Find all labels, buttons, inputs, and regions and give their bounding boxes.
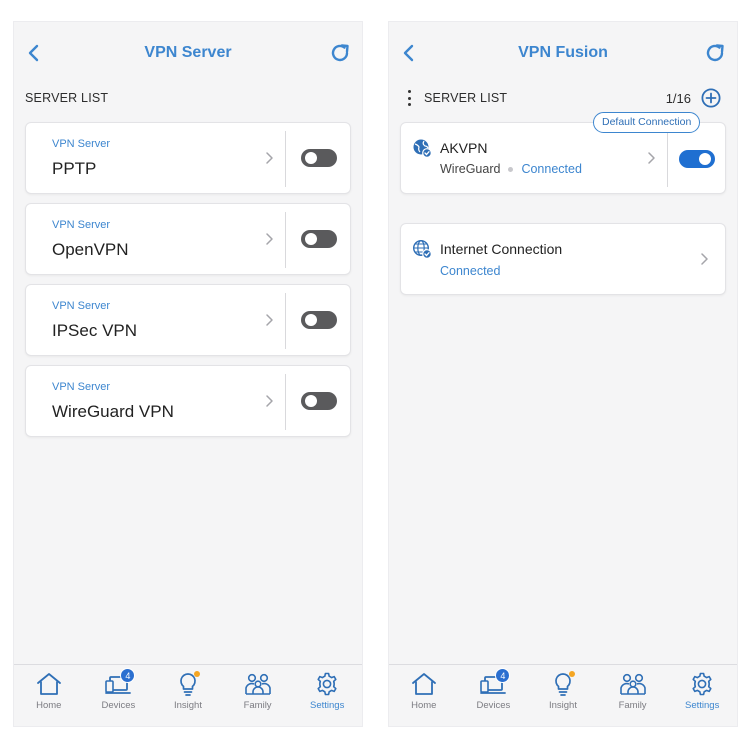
tab-insight[interactable]: Insight bbox=[528, 665, 597, 726]
tab-family[interactable]: Family bbox=[598, 665, 667, 726]
tab-label: Insight bbox=[548, 700, 577, 711]
server-toggle[interactable] bbox=[301, 392, 337, 410]
tab-bar: Home 4 Devices Insight Family Settings bbox=[389, 664, 737, 726]
toggle-knob bbox=[305, 314, 317, 326]
refresh-button[interactable] bbox=[326, 39, 354, 67]
connection-status: Connected bbox=[440, 264, 501, 278]
add-server-button[interactable] bbox=[700, 87, 722, 109]
connection-meta: WireGuard Connected bbox=[440, 162, 582, 176]
tab-label: Home bbox=[36, 700, 62, 711]
server-type: VPN Server bbox=[52, 138, 111, 150]
server-count: 1/16 bbox=[665, 91, 691, 106]
refresh-icon bbox=[331, 44, 349, 62]
server-card-link[interactable]: VPN Server PPTP bbox=[26, 123, 286, 193]
family-icon bbox=[619, 673, 646, 695]
divider bbox=[285, 212, 286, 268]
vpn-connection-link[interactable]: AKVPN WireGuard Connected bbox=[401, 123, 666, 193]
chevron-right-icon bbox=[648, 152, 655, 164]
server-name: WireGuard VPN bbox=[52, 402, 174, 421]
server-name: IPSec VPN bbox=[52, 321, 138, 340]
server-type: VPN Server bbox=[52, 219, 111, 231]
notification-dot bbox=[193, 671, 200, 677]
chevron-right-icon bbox=[266, 233, 273, 245]
chevron-right-icon bbox=[266, 314, 273, 326]
connection-name: Internet Connection bbox=[440, 241, 563, 257]
server-card-wireguard: VPN Server WireGuard VPN bbox=[25, 365, 351, 437]
chevron-right-icon bbox=[701, 253, 708, 265]
divider bbox=[667, 131, 668, 187]
server-type: VPN Server bbox=[52, 300, 111, 312]
server-name: PPTP bbox=[52, 159, 97, 178]
tab-home[interactable]: Home bbox=[389, 665, 458, 726]
server-card-pptp: VPN Server PPTP bbox=[25, 122, 351, 194]
page-title: VPN Server bbox=[144, 44, 232, 61]
tab-label: Devices bbox=[101, 700, 136, 711]
divider bbox=[285, 374, 286, 430]
server-card-ipsec: VPN Server IPSec VPN bbox=[25, 284, 351, 356]
server-card-link[interactable]: VPN Server WireGuard VPN bbox=[26, 366, 286, 436]
connection-status: Connected bbox=[521, 162, 582, 176]
gear-icon bbox=[692, 672, 712, 696]
page-title: VPN Fusion bbox=[518, 44, 608, 61]
tab-devices[interactable]: 4 Devices bbox=[459, 665, 528, 726]
server-toggle[interactable] bbox=[301, 230, 337, 248]
tab-family[interactable]: Family bbox=[223, 665, 292, 726]
tab-label: Home bbox=[411, 700, 437, 711]
header: VPN Server bbox=[14, 22, 362, 84]
default-connection-badge: Default Connection bbox=[593, 112, 701, 133]
connection-protocol: WireGuard bbox=[440, 162, 501, 176]
refresh-icon bbox=[706, 44, 724, 62]
gear-icon bbox=[317, 672, 337, 696]
notification-dot bbox=[568, 671, 575, 677]
family-icon bbox=[244, 673, 271, 695]
tab-settings[interactable]: Settings bbox=[668, 665, 737, 726]
internet-connection-card[interactable]: Internet Connection Connected bbox=[400, 223, 726, 295]
toggle-knob bbox=[699, 153, 711, 165]
tab-label: Family bbox=[618, 700, 647, 711]
toggle-knob bbox=[305, 152, 317, 164]
connection-name: AKVPN bbox=[440, 140, 488, 156]
toggle-knob bbox=[305, 233, 317, 245]
server-name: OpenVPN bbox=[52, 240, 129, 259]
tab-label: Settings bbox=[685, 700, 720, 711]
tab-label: Devices bbox=[476, 700, 511, 711]
vpn-toggle[interactable] bbox=[679, 150, 715, 168]
vpn-globe-icon bbox=[413, 139, 432, 158]
server-card-link[interactable]: VPN Server IPSec VPN bbox=[26, 285, 286, 355]
header: VPN Fusion bbox=[389, 22, 737, 84]
server-card-openvpn: VPN Server OpenVPN bbox=[25, 203, 351, 275]
home-icon bbox=[411, 673, 436, 695]
server-card-link[interactable]: VPN Server OpenVPN bbox=[26, 204, 286, 274]
chevron-right-icon bbox=[266, 152, 273, 164]
separator-dot bbox=[508, 166, 514, 172]
refresh-button[interactable] bbox=[701, 39, 729, 67]
plus-circle-icon bbox=[701, 88, 721, 108]
divider bbox=[285, 131, 286, 187]
tab-home[interactable]: Home bbox=[14, 665, 83, 726]
more-options-icon[interactable] bbox=[406, 89, 412, 107]
tab-insight[interactable]: Insight bbox=[153, 665, 222, 726]
server-toggle[interactable] bbox=[301, 311, 337, 329]
toggle-knob bbox=[305, 395, 317, 407]
section-label: SERVER LIST bbox=[424, 91, 508, 105]
divider bbox=[285, 293, 286, 349]
tab-settings[interactable]: Settings bbox=[293, 665, 362, 726]
tab-devices[interactable]: 4 Devices bbox=[84, 665, 153, 726]
tab-bar: Home 4 Devices Insight Family Settings bbox=[14, 664, 362, 726]
vpn-server-screen: VPN Server SERVER LIST VPN Server PPTP V… bbox=[14, 22, 362, 726]
tab-label: Family bbox=[243, 700, 272, 711]
internet-globe-icon bbox=[412, 239, 432, 259]
chevron-right-icon bbox=[266, 395, 273, 407]
server-toggle[interactable] bbox=[301, 149, 337, 167]
tab-label: Settings bbox=[310, 700, 345, 711]
home-icon bbox=[36, 673, 61, 695]
vpn-fusion-screen: VPN Fusion SERVER LIST 1/16 Default Conn… bbox=[389, 22, 737, 726]
section-label: SERVER LIST bbox=[25, 91, 109, 105]
server-type: VPN Server bbox=[52, 381, 111, 393]
tab-label: Insight bbox=[173, 700, 202, 711]
